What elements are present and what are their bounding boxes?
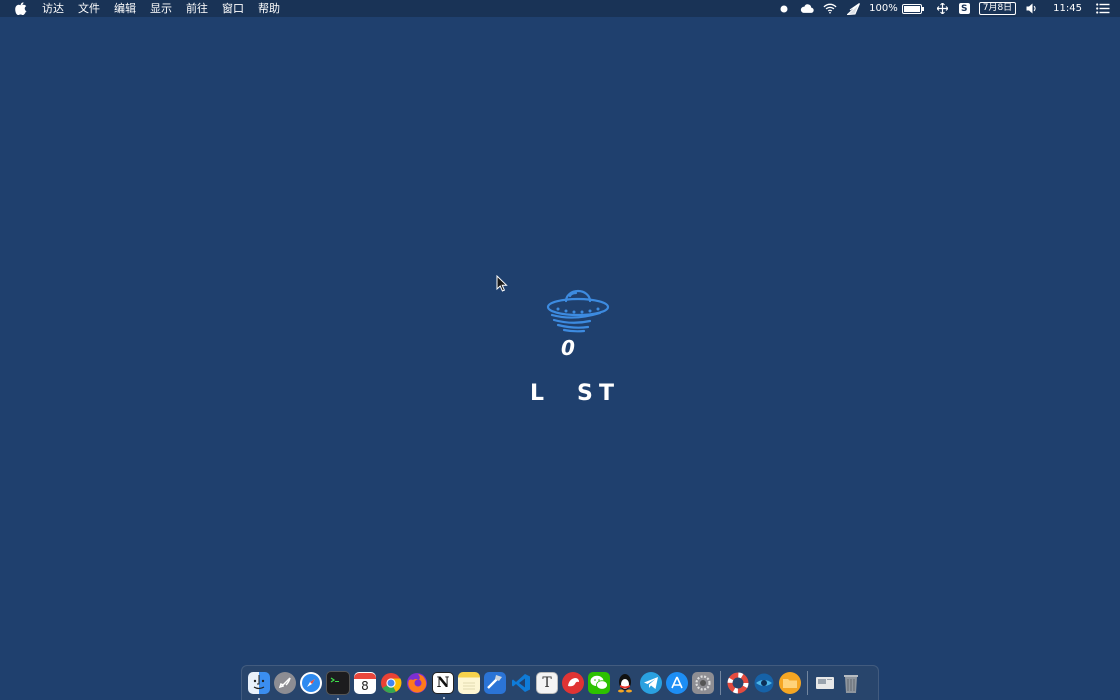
ufo-icon <box>544 285 612 341</box>
cloud-icon[interactable] <box>800 2 814 16</box>
dock-downloads-stack[interactable] <box>814 672 836 694</box>
safari-compass-icon <box>302 674 320 692</box>
wechat-icon <box>590 675 608 690</box>
red-bird-icon <box>568 678 579 687</box>
lifebuoy-icon <box>727 672 749 694</box>
dock-red-bird-app[interactable] <box>562 672 584 700</box>
menu-view[interactable]: 显示 <box>150 0 172 17</box>
splash-letter-t: T <box>599 381 615 406</box>
desktop: 访达 文件 编辑 显示 前往 窗口 帮助 100% S 7月8日 11:45 0… <box>0 0 1120 700</box>
calendar-day: 8 <box>361 678 369 693</box>
finder-icon <box>253 675 265 690</box>
dock-browser-app[interactable] <box>753 672 775 694</box>
orange-folder-icon <box>783 679 797 688</box>
dock-telegram[interactable] <box>640 672 662 694</box>
xcode-hammer-icon <box>487 675 502 689</box>
menu-help[interactable]: 帮助 <box>258 0 280 17</box>
splash-digit: 0 <box>561 336 575 360</box>
menu-bar: 访达 文件 编辑 显示 前往 窗口 帮助 100% S 7月8日 11:45 <box>0 0 1120 17</box>
dock-launchpad[interactable] <box>274 672 296 694</box>
downloads-stack-icon <box>816 677 834 689</box>
vscode-icon <box>512 674 530 692</box>
dock-xcode[interactable] <box>484 672 506 694</box>
dock-app-store[interactable] <box>666 672 688 694</box>
wifi-icon[interactable] <box>823 2 837 16</box>
chrome-icon <box>381 673 402 693</box>
launchpad-rocket-icon <box>278 677 291 689</box>
date-display[interactable]: 7月8日 <box>978 2 1017 15</box>
dock-chrome[interactable] <box>380 672 402 700</box>
dock-finder[interactable] <box>248 672 270 700</box>
volume-icon[interactable] <box>1025 2 1039 16</box>
dock-trash[interactable] <box>840 672 862 694</box>
record-dot-icon[interactable] <box>777 2 791 16</box>
move-arrows-icon[interactable] <box>936 2 950 16</box>
menu-window[interactable]: 窗口 <box>222 0 244 17</box>
firefox-icon <box>407 673 427 693</box>
dock-safari[interactable] <box>300 672 322 694</box>
dock-calendar[interactable]: 8 <box>354 672 376 694</box>
menu-finder[interactable]: 访达 <box>42 0 64 17</box>
menu-go[interactable]: 前往 <box>186 0 208 17</box>
clock[interactable]: 11:45 <box>1053 0 1082 17</box>
gear-icon <box>695 675 711 691</box>
dock-system-preferences[interactable] <box>692 672 714 694</box>
dock-separator <box>720 671 721 695</box>
dock-firefox[interactable] <box>406 672 428 694</box>
dock-qq[interactable] <box>614 672 636 694</box>
dock-notion[interactable]: N <box>432 672 454 699</box>
telegram-plane-icon <box>644 677 658 689</box>
globe-icon <box>754 673 774 693</box>
terminal-icon <box>330 677 339 683</box>
menu-edit[interactable]: 编辑 <box>114 0 136 17</box>
mouse-cursor-icon <box>496 274 508 296</box>
dock-lifebuoy-app[interactable] <box>727 672 749 694</box>
notification-center-icon[interactable] <box>1096 2 1110 16</box>
loading-splash: 0 L S T <box>480 280 680 420</box>
menu-file[interactable]: 文件 <box>78 0 100 17</box>
dock-notes[interactable] <box>458 672 480 694</box>
splash-letter-s: S <box>577 381 593 406</box>
battery-icon[interactable] <box>901 3 924 14</box>
notion-icon: N <box>436 675 450 691</box>
dock-orange-app[interactable] <box>779 672 801 700</box>
battery-percent: 100% <box>869 3 898 14</box>
app-store-icon <box>671 676 683 689</box>
splash-letter-l: L <box>530 381 545 406</box>
dock-typora[interactable]: T <box>536 672 558 694</box>
paper-plane-icon[interactable] <box>846 2 860 16</box>
sogou-input-icon[interactable]: S <box>958 3 970 14</box>
notes-icon <box>463 682 475 690</box>
typora-icon: T <box>542 675 552 691</box>
qq-penguin-icon <box>618 674 632 693</box>
dock-wechat[interactable] <box>588 672 610 700</box>
dock-separator-2 <box>807 671 808 695</box>
dock: 8 N T <box>241 665 879 700</box>
dock-terminal[interactable] <box>326 671 350 700</box>
apple-logo-icon[interactable] <box>14 2 28 16</box>
dock-vscode[interactable] <box>510 672 532 694</box>
trash-icon <box>844 675 858 693</box>
